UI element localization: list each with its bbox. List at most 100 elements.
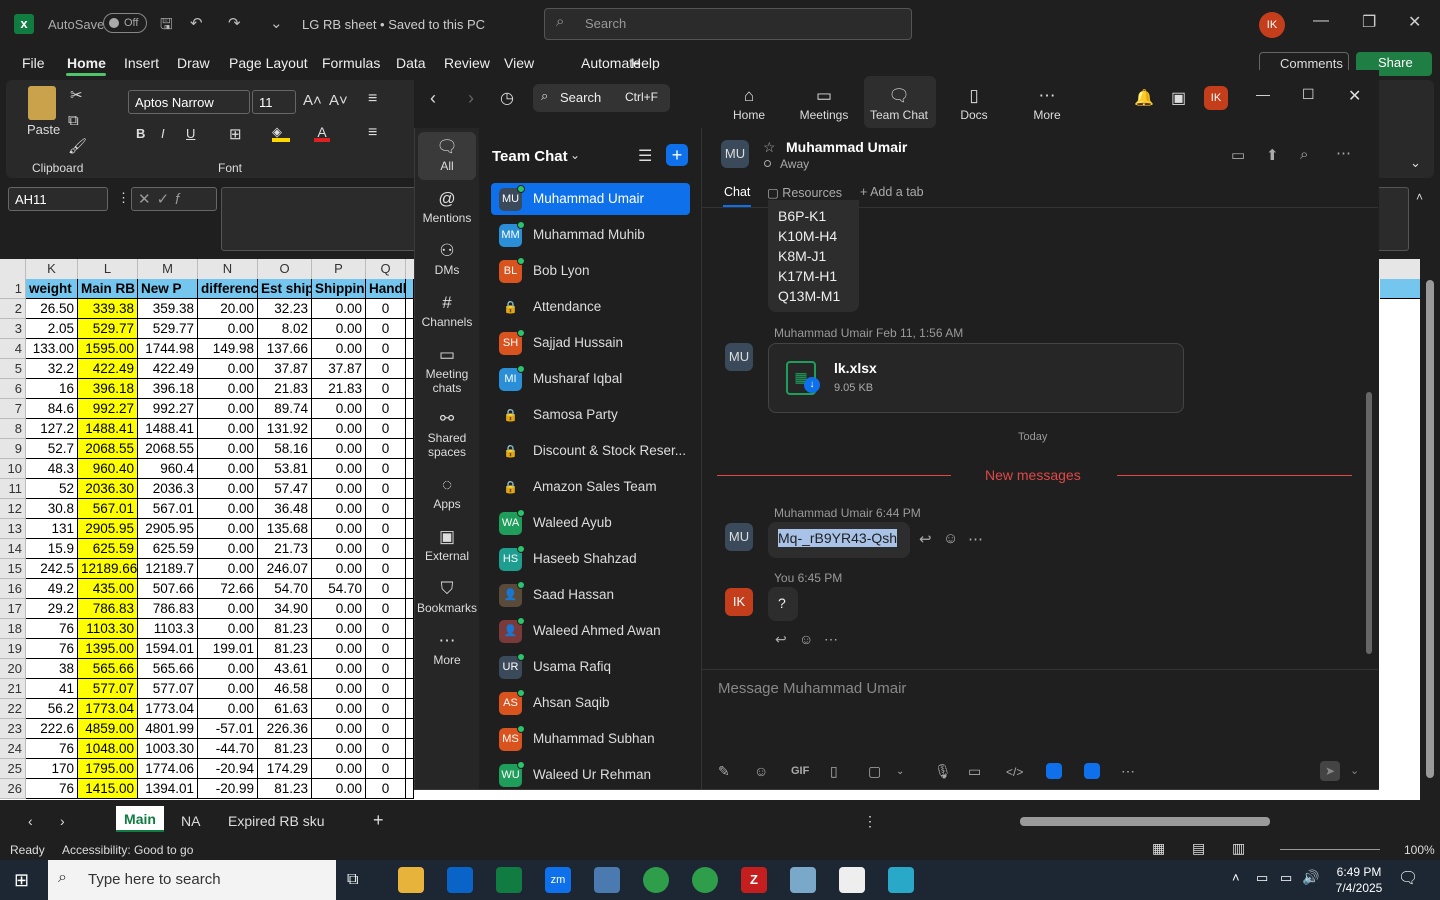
table-cell[interactable]: 0	[366, 539, 406, 559]
table-cell[interactable]: 0	[366, 619, 406, 639]
table-cell[interactable]: 0.00	[312, 519, 366, 539]
emoji-icon[interactable]: ☺	[754, 763, 768, 779]
table-cell[interactable]: 339.38	[78, 299, 138, 319]
header-cell[interactable]: Shipping	[312, 279, 366, 299]
calculator-icon[interactable]	[594, 867, 620, 893]
formula-expand-icon[interactable]: ˄	[1416, 190, 1423, 204]
tab-options-icon[interactable]: ⋮	[863, 813, 877, 830]
table-cell[interactable]: 26.50	[26, 299, 78, 319]
table-cell[interactable]: 0.00	[198, 479, 258, 499]
table-cell[interactable]: 786.83	[138, 599, 198, 619]
table-cell[interactable]: 0	[366, 659, 406, 679]
screenshot-dropdown-icon[interactable]: ⌄	[896, 766, 904, 777]
table-cell[interactable]: 0.00	[198, 519, 258, 539]
table-cell[interactable]: 567.01	[138, 499, 198, 519]
header-cell[interactable]: Main RB P	[78, 279, 138, 299]
table-cell[interactable]: 0	[366, 439, 406, 459]
horizontal-scroll-thumb[interactable]	[1020, 817, 1270, 826]
table-cell[interactable]: 565.66	[138, 659, 198, 679]
table-cell[interactable]: 137.66	[258, 339, 312, 359]
table-cell-cut[interactable]	[406, 459, 414, 479]
table-cell[interactable]: 0.00	[312, 459, 366, 479]
paste-icon[interactable]	[28, 86, 56, 120]
msg2-avatar[interactable]: IK	[725, 588, 753, 616]
table-cell[interactable]: 36.48	[258, 499, 312, 519]
table-cell[interactable]: 131	[26, 519, 78, 539]
table-cell-cut[interactable]	[406, 559, 414, 579]
table-cell[interactable]: 12189.7	[138, 559, 198, 579]
previous-message[interactable]: B6P-K1 K10M-H4 K8M-J1 K17M-H1 Q13M-M1	[768, 200, 859, 312]
sidebar-item-channels[interactable]: # Channels	[415, 294, 479, 329]
table-cell[interactable]: 1488.41	[78, 419, 138, 439]
table-cell[interactable]: 53.81	[258, 459, 312, 479]
page-layout-view-icon[interactable]: ▤	[1192, 840, 1205, 857]
row-header[interactable]: 7	[0, 399, 26, 419]
table-cell[interactable]: 0	[366, 759, 406, 779]
react-icon[interactable]: ☺	[943, 530, 958, 547]
table-cell[interactable]: 72.66	[198, 579, 258, 599]
chat-scrollbar[interactable]	[1366, 392, 1372, 654]
prev-sheet-icon[interactable]: ‹	[28, 813, 33, 829]
table-cell[interactable]: 0.00	[198, 359, 258, 379]
col-header-l[interactable]: L	[78, 259, 138, 279]
accessibility-status[interactable]: Accessibility: Good to go	[62, 843, 193, 857]
taskbar-search[interactable]: Type here to search	[48, 860, 336, 900]
table-cell[interactable]: 135.68	[258, 519, 312, 539]
col-header-q[interactable]: Q	[366, 259, 406, 279]
table-cell[interactable]: -20.99	[198, 779, 258, 799]
customize-qat-icon[interactable]: ⌄	[270, 14, 283, 32]
row-header[interactable]: 5	[0, 359, 26, 379]
borders-icon[interactable]: ⊞	[229, 125, 242, 143]
menu-view[interactable]: View	[504, 55, 534, 71]
table-cell[interactable]: 4859.00	[78, 719, 138, 739]
table-cell[interactable]: 422.49	[78, 359, 138, 379]
table-cell[interactable]: 1595.00	[78, 339, 138, 359]
table-cell[interactable]: 54.70	[258, 579, 312, 599]
col-header-n[interactable]: N	[198, 259, 258, 279]
chrome-icon[interactable]	[643, 867, 669, 893]
app1-icon[interactable]	[1046, 763, 1062, 779]
paste-button[interactable]: Paste	[27, 122, 60, 137]
security-icon[interactable]	[839, 867, 865, 893]
row-header[interactable]: 9	[0, 439, 26, 459]
table-cell[interactable]: 0	[366, 299, 406, 319]
row-header[interactable]: 23	[0, 719, 26, 739]
table-cell[interactable]: 81.23	[258, 639, 312, 659]
share-screen-icon[interactable]: ⬆	[1266, 146, 1279, 164]
row-header[interactable]: 10	[0, 459, 26, 479]
table-cell[interactable]: 226.36	[258, 719, 312, 739]
back-icon[interactable]: ‹	[430, 88, 436, 109]
chat-list-dropdown-icon[interactable]: ⌄	[570, 148, 580, 162]
history-icon[interactable]: ◷	[500, 88, 514, 108]
file-attachment-card[interactable]	[768, 343, 1184, 413]
table-cell[interactable]: 0	[366, 399, 406, 419]
table-cell[interactable]: 1773.04	[78, 699, 138, 719]
col-header-k[interactable]: K	[26, 259, 78, 279]
table-cell[interactable]: 174.29	[258, 759, 312, 779]
menu-draw[interactable]: Draw	[177, 55, 210, 71]
header-cell[interactable]: New P	[138, 279, 198, 299]
sheet-tab-main[interactable]: Main	[116, 806, 164, 832]
table-cell[interactable]: 1103.3	[138, 619, 198, 639]
close-icon[interactable]: ✕	[1408, 12, 1421, 32]
row-header[interactable]: 3	[0, 319, 26, 339]
table-cell[interactable]: 2068.55	[138, 439, 198, 459]
table-cell[interactable]: 21.83	[312, 379, 366, 399]
sidebar-item-mentions[interactable]: @ Mentions	[415, 190, 479, 225]
row-header[interactable]: 25	[0, 759, 26, 779]
table-cell[interactable]: 52	[26, 479, 78, 499]
msg2-react-icon[interactable]: ☺	[799, 631, 813, 647]
table-cell-cut[interactable]	[406, 699, 414, 719]
increase-font-icon[interactable]: A˄	[303, 92, 322, 109]
table-cell[interactable]: 246.07	[258, 559, 312, 579]
nav-meetings[interactable]: ▭ Meetings	[789, 86, 859, 122]
font-color-icon[interactable]: A	[314, 124, 330, 142]
header-cell-partial[interactable]	[1380, 279, 1420, 299]
chat-list-item[interactable]: MI Musharaf Iqbal	[491, 363, 690, 395]
select-all-corner[interactable]	[0, 259, 26, 279]
underline-button[interactable]: U	[186, 126, 195, 141]
table-cell-cut[interactable]	[406, 619, 414, 639]
table-cell[interactable]: 16	[26, 379, 78, 399]
align-left-icon[interactable]: ≡	[368, 124, 377, 142]
undo-icon[interactable]: ↶	[190, 14, 203, 32]
